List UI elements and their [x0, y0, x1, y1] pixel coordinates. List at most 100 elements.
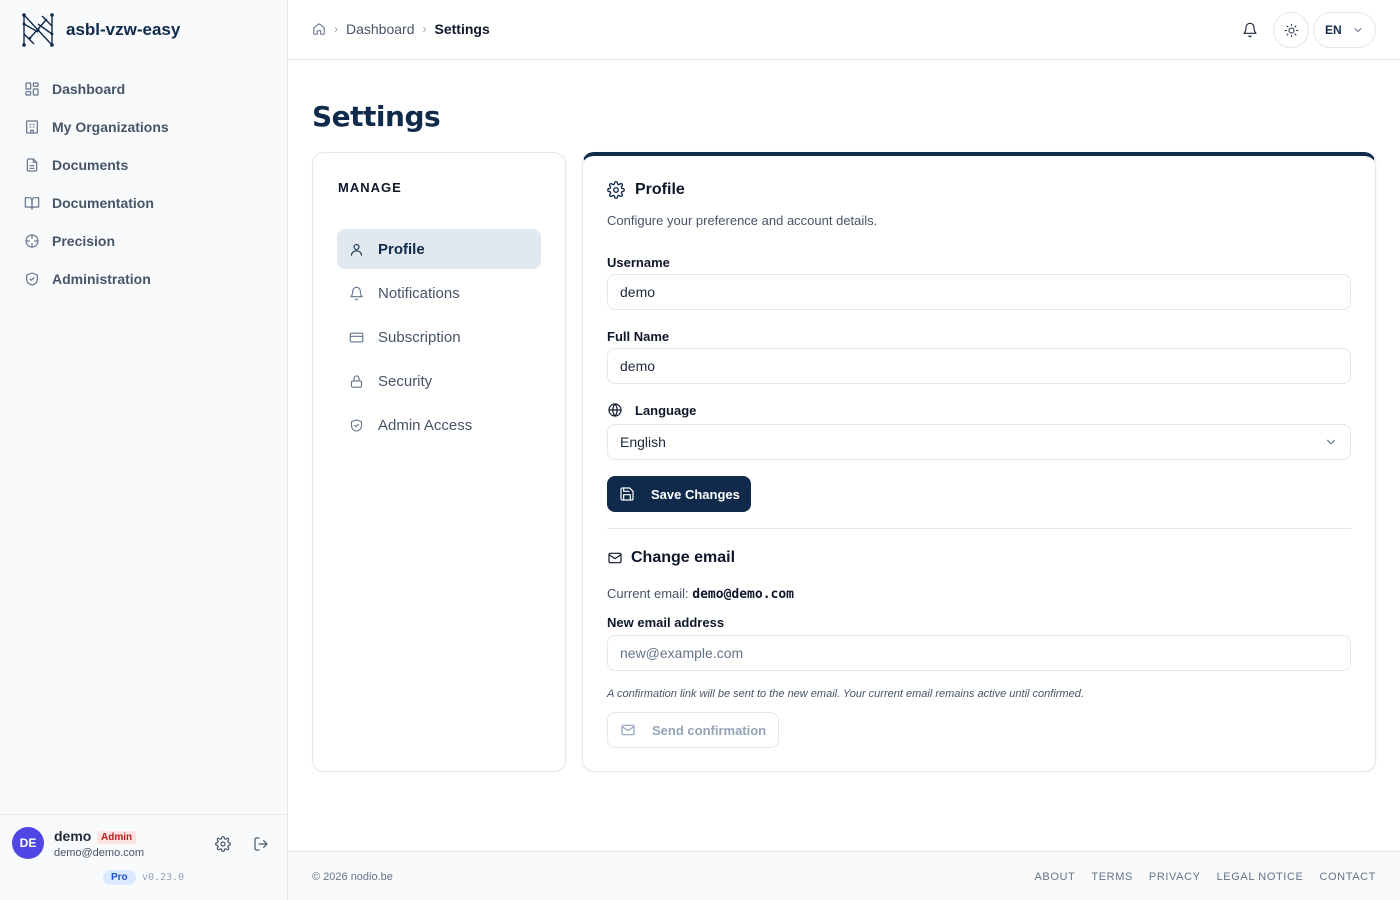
send-confirmation-button[interactable]: Send confirmation: [607, 712, 780, 748]
lock-icon: [350, 374, 363, 388]
credit-card-icon: [349, 332, 364, 342]
sidebar-item-my-organizations[interactable]: My Organizations: [0, 108, 287, 146]
sun-icon: [1284, 23, 1298, 37]
building-icon: [26, 120, 38, 134]
language-switcher[interactable]: EN: [1313, 12, 1376, 48]
chevron-right-icon: ›: [334, 22, 338, 36]
settings-tab-label: Notifications: [378, 284, 460, 302]
user-icon: [350, 243, 363, 256]
footer-link-terms[interactable]: TERMS: [1091, 871, 1133, 883]
user-panel: DE demo Admin demo@demo.com Pro v0.23.0: [0, 814, 288, 900]
fullname-input[interactable]: [607, 348, 1351, 384]
profile-header: Profile: [607, 181, 685, 199]
language-code: EN: [1325, 23, 1342, 37]
chevron-down-icon: [1326, 439, 1336, 445]
bell-icon: [1243, 22, 1257, 38]
sidebar-item-label: Documentation: [52, 195, 154, 211]
settings-tab-subscription[interactable]: Subscription: [337, 317, 541, 357]
settings-tab-notifications[interactable]: Notifications: [337, 273, 541, 313]
logout-button[interactable]: [250, 833, 272, 855]
shield-check-icon: [350, 418, 363, 432]
email-hint: A confirmation link will be sent to the …: [607, 688, 1084, 700]
footer-link-about[interactable]: ABOUT: [1034, 871, 1075, 883]
document-icon: [26, 158, 38, 172]
settings-tab-label: Subscription: [378, 328, 461, 346]
breadcrumb: › Dashboard › Settings: [312, 21, 490, 37]
change-email-title: Change email: [631, 549, 736, 566]
settings-tab-profile[interactable]: Profile: [337, 229, 541, 269]
top-header: › Dashboard › Settings EN: [288, 0, 1400, 60]
footer-links: ABOUT TERMS PRIVACY LEGAL NOTICE CONTACT: [1018, 871, 1376, 883]
gear-icon: [607, 181, 625, 199]
username-label: Username: [607, 255, 670, 270]
footer-link-contact[interactable]: CONTACT: [1319, 871, 1376, 883]
send-confirmation-label: Send confirmation: [652, 722, 767, 738]
settings-tab-admin-access[interactable]: Admin Access: [337, 405, 541, 445]
mail-icon: [608, 552, 622, 564]
footer-link-legal-notice[interactable]: LEGAL NOTICE: [1217, 871, 1304, 883]
sidebar-nav: Dashboard My Organizations Documents Doc…: [0, 70, 287, 298]
sidebar-item-precision[interactable]: Precision: [0, 222, 287, 260]
settings-tab-label: Security: [378, 372, 433, 390]
language-select-value: English: [620, 434, 666, 450]
theme-toggle-button[interactable]: [1273, 12, 1309, 48]
current-email-value: demo@demo.com: [692, 587, 795, 602]
sidebar-item-label: Administration: [52, 271, 151, 287]
footer: © 2026 nodio.be ABOUT TERMS PRIVACY LEGA…: [288, 851, 1400, 900]
home-icon[interactable]: [312, 22, 326, 36]
language-label-text: Language: [635, 402, 697, 418]
language-select[interactable]: English: [607, 424, 1351, 460]
brand-name: asbl-vzw-easy: [66, 20, 181, 39]
gear-icon: [215, 836, 231, 852]
language-label: Language: [607, 402, 696, 418]
save-changes-button[interactable]: Save Changes: [607, 476, 751, 512]
user-settings-button[interactable]: [212, 833, 234, 855]
settings-tab-security[interactable]: Security: [337, 361, 541, 401]
user-email: demo@demo.com: [54, 847, 145, 859]
book-icon: [24, 197, 40, 210]
sidebar-item-label: Precision: [52, 233, 116, 249]
sidebar-item-administration[interactable]: Administration: [0, 260, 287, 298]
settings-tab-label: Admin Access: [378, 416, 473, 434]
sidebar-item-documentation[interactable]: Documentation: [0, 184, 287, 222]
brand[interactable]: asbl-vzw-easy: [0, 0, 287, 60]
profile-subtitle: Configure your preference and account de…: [607, 213, 878, 228]
sidebar-item-documents[interactable]: Documents: [0, 146, 287, 184]
save-changes-label: Save Changes: [651, 486, 740, 502]
sidebar-item-label: Documents: [52, 157, 129, 173]
profile-title: Profile: [635, 181, 685, 198]
notifications-button[interactable]: [1238, 18, 1262, 42]
chevron-down-icon: [1354, 28, 1362, 32]
sidebar: asbl-vzw-easy Dashboard My Organizations…: [0, 0, 288, 900]
current-email-prefix: Current email:: [607, 586, 689, 601]
save-icon: [620, 487, 634, 501]
mail-icon: [621, 724, 635, 736]
globe-icon: [608, 403, 622, 417]
avatar[interactable]: DE: [12, 827, 44, 859]
network-n-logo: [22, 13, 54, 47]
new-email-label: New email address: [607, 615, 725, 630]
role-badge: Admin: [97, 831, 137, 844]
breadcrumb-dashboard[interactable]: Dashboard: [346, 21, 415, 37]
page-title: Settings: [312, 100, 441, 133]
footer-link-privacy[interactable]: PRIVACY: [1149, 871, 1201, 883]
copyright: © 2026 nodio.be: [312, 871, 393, 883]
sidebar-item-dashboard[interactable]: Dashboard: [0, 70, 287, 108]
username-input[interactable]: [607, 274, 1351, 310]
breadcrumb-current: Settings: [434, 21, 490, 37]
new-email-input[interactable]: [607, 635, 1351, 671]
plan-badge: Pro: [103, 870, 136, 885]
chevron-right-icon: ›: [422, 22, 427, 36]
settings-menu-card: MANAGE Profile Notifications Subscriptio…: [312, 152, 566, 772]
user-name: demo: [54, 828, 92, 844]
app-version: v0.23.0: [142, 872, 185, 883]
dashboard-icon: [25, 82, 39, 96]
shield-icon: [26, 272, 38, 286]
logout-icon: [254, 837, 268, 851]
fullname-label: Full Name: [607, 329, 670, 344]
current-email: Current email: demo@demo.com: [607, 586, 794, 602]
section-divider: [607, 528, 1351, 529]
change-email-header: Change email: [607, 549, 735, 567]
bell-icon: [350, 286, 363, 300]
settings-tab-label: Profile: [378, 240, 425, 258]
